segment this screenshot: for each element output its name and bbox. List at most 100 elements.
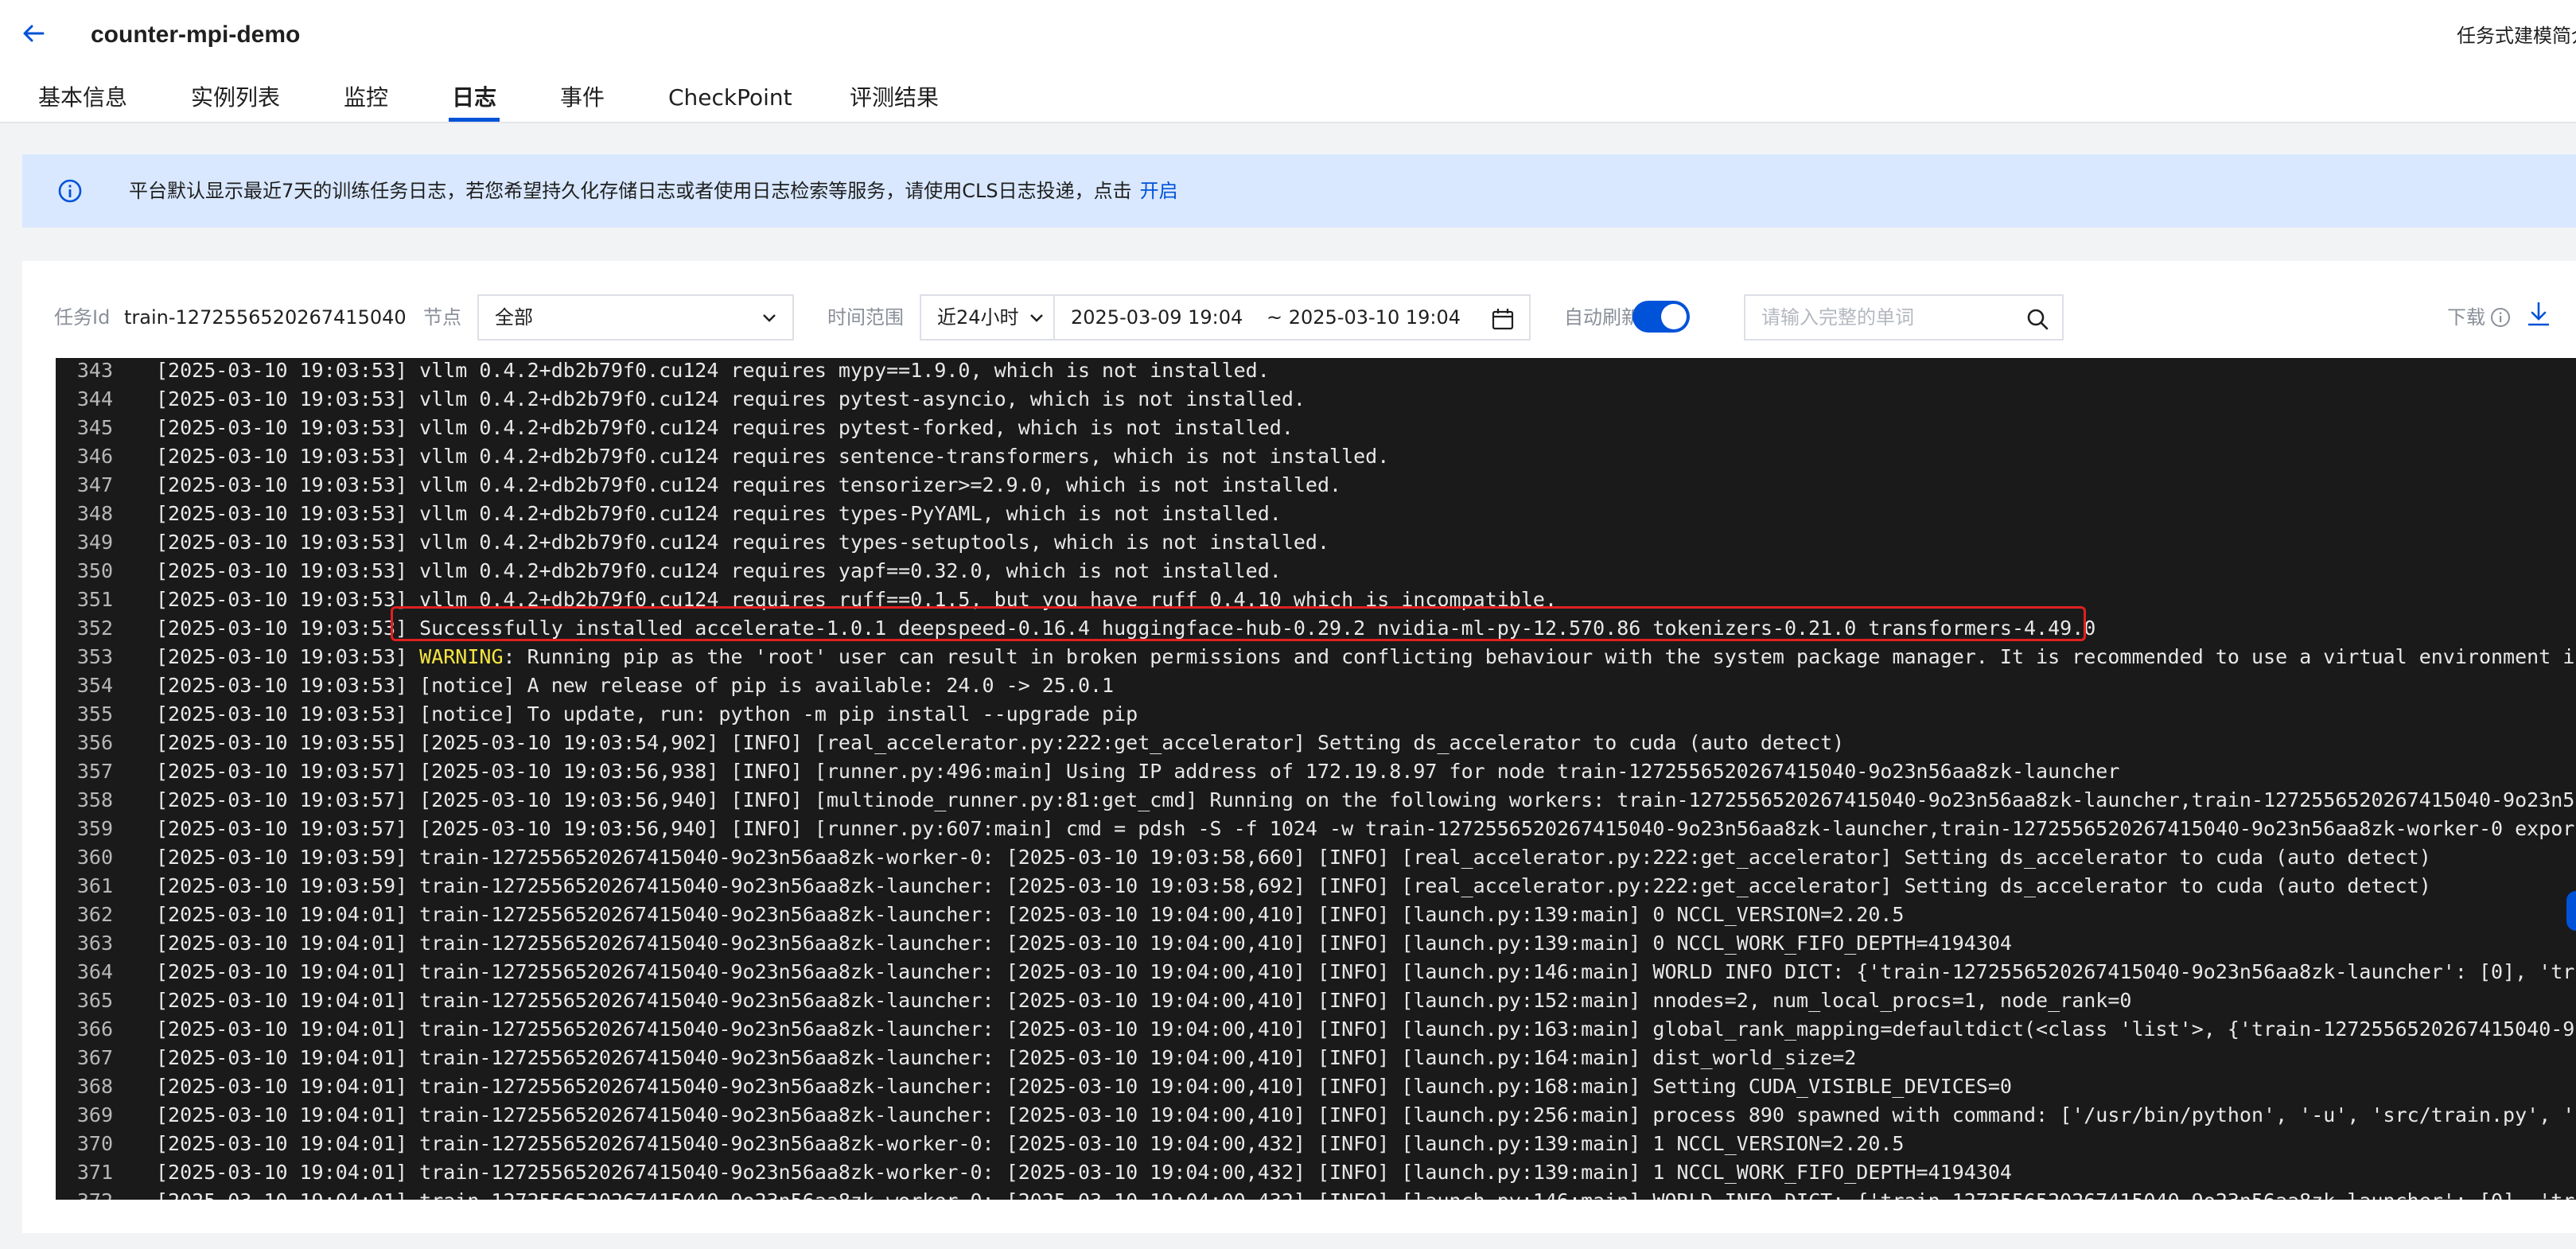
node-select-value: 全部	[495, 306, 533, 329]
auto-refresh-label: 自动刷新	[1564, 306, 1640, 329]
line-number: 349	[76, 531, 113, 554]
task-id-label: 任务Id	[54, 306, 111, 329]
log-text: [2025-03-10 19:03:53] vllm 0.4.2+db2b79f…	[156, 531, 1330, 554]
intro-link[interactable]: 任务式建模简介	[2457, 22, 2576, 49]
line-number: 368	[76, 1075, 113, 1098]
line-number: 350	[76, 559, 113, 582]
log-text: [2025-03-10 19:03:53] vllm 0.4.2+db2b79f…	[156, 416, 1294, 439]
download-label[interactable]: 下载	[2447, 304, 2485, 331]
tab-eval-results[interactable]: 评测结果	[850, 78, 939, 122]
tab-logs[interactable]: 日志	[448, 78, 500, 122]
date-start: 2025-03-09 19:04	[1071, 306, 1243, 329]
log-text: [2025-03-10 19:03:53] vllm 0.4.2+db2b79f…	[156, 473, 1342, 496]
log-line: 360 [2025-03-10 19:03:59] train-127255652…	[56, 843, 2576, 872]
calendar-icon[interactable]	[1491, 307, 1515, 331]
log-line: 363 [2025-03-10 19:04:01] train-127255652…	[56, 929, 2576, 958]
log-line: 346 [2025-03-10 19:03:53] vllm 0.4.2+db2b…	[56, 442, 2576, 471]
log-line: 355 [2025-03-10 19:03:53] [notice] To upd…	[56, 700, 2576, 729]
log-line: 357 [2025-03-10 19:03:57] [2025-03-10 19:…	[56, 757, 2576, 786]
log-line: 349 [2025-03-10 19:03:53] vllm 0.4.2+db2b…	[56, 528, 2576, 557]
log-text: [2025-03-10 19:03:53] vllm 0.4.2+db2b79f…	[156, 502, 1282, 525]
help-circle-icon[interactable]	[2490, 307, 2511, 328]
log-text: [2025-03-10 19:03:53] vllm 0.4.2+db2b79f…	[156, 588, 1557, 611]
log-text: [2025-03-10 19:04:01] train-127255652026…	[156, 1161, 2012, 1184]
log-search-box[interactable]	[1744, 294, 2064, 340]
log-line: 371 [2025-03-10 19:04:01] train-127255652…	[56, 1158, 2576, 1187]
auto-refresh-toggle[interactable]	[1632, 301, 1690, 333]
banner-message: 平台默认显示最近7天的训练任务日志，若您希望持久化存储日志或者使用日志检索等服务…	[129, 180, 1132, 202]
warning-message: : Running pip as the 'root' user can res…	[503, 645, 2576, 668]
log-line: 352 [2025-03-10 19:03:53] Successfully in…	[56, 614, 2576, 643]
top-bar: counter-mpi-demo 任务式建模简介 基本信息 实例列表 监控 日志…	[0, 0, 2576, 123]
time-preset-value: 近24小时	[937, 306, 1019, 329]
log-line: 343 [2025-03-10 19:03:53] vllm 0.4.2+db2b…	[56, 358, 2576, 385]
line-number: 353	[76, 645, 113, 668]
line-number: 344	[76, 387, 113, 410]
tab-instance-list[interactable]: 实例列表	[191, 78, 280, 122]
line-number: 371	[76, 1161, 113, 1184]
line-number: 346	[76, 445, 113, 468]
tab-basic-info[interactable]: 基本信息	[38, 78, 127, 122]
line-number: 348	[76, 502, 113, 525]
log-line: 368 [2025-03-10 19:04:01] train-127255652…	[56, 1072, 2576, 1101]
log-line: 361 [2025-03-10 19:03:59] train-127255652…	[56, 872, 2576, 901]
node-label: 节点	[423, 306, 461, 329]
back-arrow-icon[interactable]	[19, 19, 48, 48]
log-line: 356 [2025-03-10 19:03:55] [2025-03-10 19:…	[56, 729, 2576, 757]
scroll-handle[interactable]	[2566, 891, 2576, 931]
log-text: [2025-03-10 19:04:01] train-127255652026…	[156, 1017, 2576, 1041]
log-text: [2025-03-10 19:03:53] [notice] A new rel…	[156, 674, 1115, 697]
warning-label: WARNING	[419, 645, 504, 668]
log-text: [2025-03-10 19:04:01] train-127255652026…	[156, 989, 2132, 1012]
log-text: [2025-03-10 19:03:53] vllm 0.4.2+db2b79f…	[156, 387, 1306, 410]
line-number: 372	[56, 1187, 113, 1200]
log-line: 354 [2025-03-10 19:03:53] [notice] A new …	[56, 671, 2576, 700]
line-number: 359	[76, 817, 113, 840]
log-text: [2025-03-10 19:03:57] [2025-03-10 19:03:…	[156, 788, 2576, 811]
line-number: 360	[76, 846, 113, 869]
log-line: 364 [2025-03-10 19:04:01] train-127255652…	[56, 958, 2576, 986]
log-line: 367 [2025-03-10 19:04:01] train-127255652…	[56, 1044, 2576, 1072]
log-text: [2025-03-10 19:03:53] vllm 0.4.2+db2b79f…	[156, 559, 1282, 582]
chevron-down-icon	[1030, 314, 1043, 322]
line-number: 356	[76, 731, 113, 754]
log-line: 353 [2025-03-10 19:03:53] WARNING: Runnin…	[56, 643, 2576, 671]
log-text: [2025-03-10 19:04:01] train-127255652026…	[156, 903, 1905, 926]
log-line: 344 [2025-03-10 19:03:53] vllm 0.4.2+db2b…	[56, 385, 2576, 414]
tab-monitor[interactable]: 监控	[344, 78, 388, 122]
line-number: 351	[76, 588, 113, 611]
line-number: 345	[76, 416, 113, 439]
date-range-picker[interactable]: 2025-03-09 19:04 ~ 2025-03-10 19:04	[1053, 294, 1531, 340]
line-number: 357	[76, 760, 113, 783]
log-text: [2025-03-10 19:04:01] train-127255652026…	[156, 932, 2012, 955]
log-line: 372 [2025-03-10 19:04:01] train-127255652…	[56, 1187, 2576, 1200]
log-text: [2025-03-10 19:04:01] train-127255652026…	[156, 1046, 1857, 1069]
log-text: [2025-03-10 19:03:59] train-127255652026…	[156, 874, 2431, 897]
log-viewer[interactable]: 343 [2025-03-10 19:03:53] vllm 0.4.2+db2b…	[56, 358, 2576, 1200]
line-number: 352	[76, 617, 113, 640]
log-text: [2025-03-10 19:04:01] train-127255652026…	[156, 1187, 2576, 1200]
log-line: 365 [2025-03-10 19:04:01] train-127255652…	[56, 986, 2576, 1015]
log-text: [2025-03-10 19:03:57] [2025-03-10 19:03:…	[156, 817, 2576, 840]
search-icon[interactable]	[2025, 307, 2049, 331]
log-search-input[interactable]	[1760, 304, 2018, 333]
chevron-down-icon	[763, 314, 776, 322]
log-line: 362 [2025-03-10 19:04:01] train-127255652…	[56, 901, 2576, 929]
line-number: 362	[76, 903, 113, 926]
tab-events[interactable]: 事件	[560, 78, 605, 122]
log-text: [2025-03-10 19:03:59] train-127255652026…	[156, 846, 2431, 869]
line-number: 363	[76, 932, 113, 955]
line-number: 343	[76, 359, 113, 382]
date-end: ~ 2025-03-10 19:04	[1267, 306, 1461, 329]
time-preset-select[interactable]: 近24小时	[920, 294, 1055, 340]
line-number: 355	[76, 702, 113, 726]
log-text: [2025-03-10 19:04:01] train-127255652026…	[156, 960, 2576, 983]
log-text: [2025-03-10 19:04:01] train-127255652026…	[156, 1103, 2576, 1126]
node-select[interactable]: 全部	[477, 294, 794, 340]
toggle-knob	[1661, 304, 1687, 329]
download-icon[interactable]	[2525, 301, 2552, 328]
log-line: 366 [2025-03-10 19:04:01] train-127255652…	[56, 1015, 2576, 1044]
log-text: [2025-03-10 19:03:53] WARNING: Running p…	[156, 643, 2576, 671]
enable-cls-link[interactable]: 开启	[1140, 180, 1178, 202]
tab-checkpoint[interactable]: CheckPoint	[668, 78, 792, 122]
